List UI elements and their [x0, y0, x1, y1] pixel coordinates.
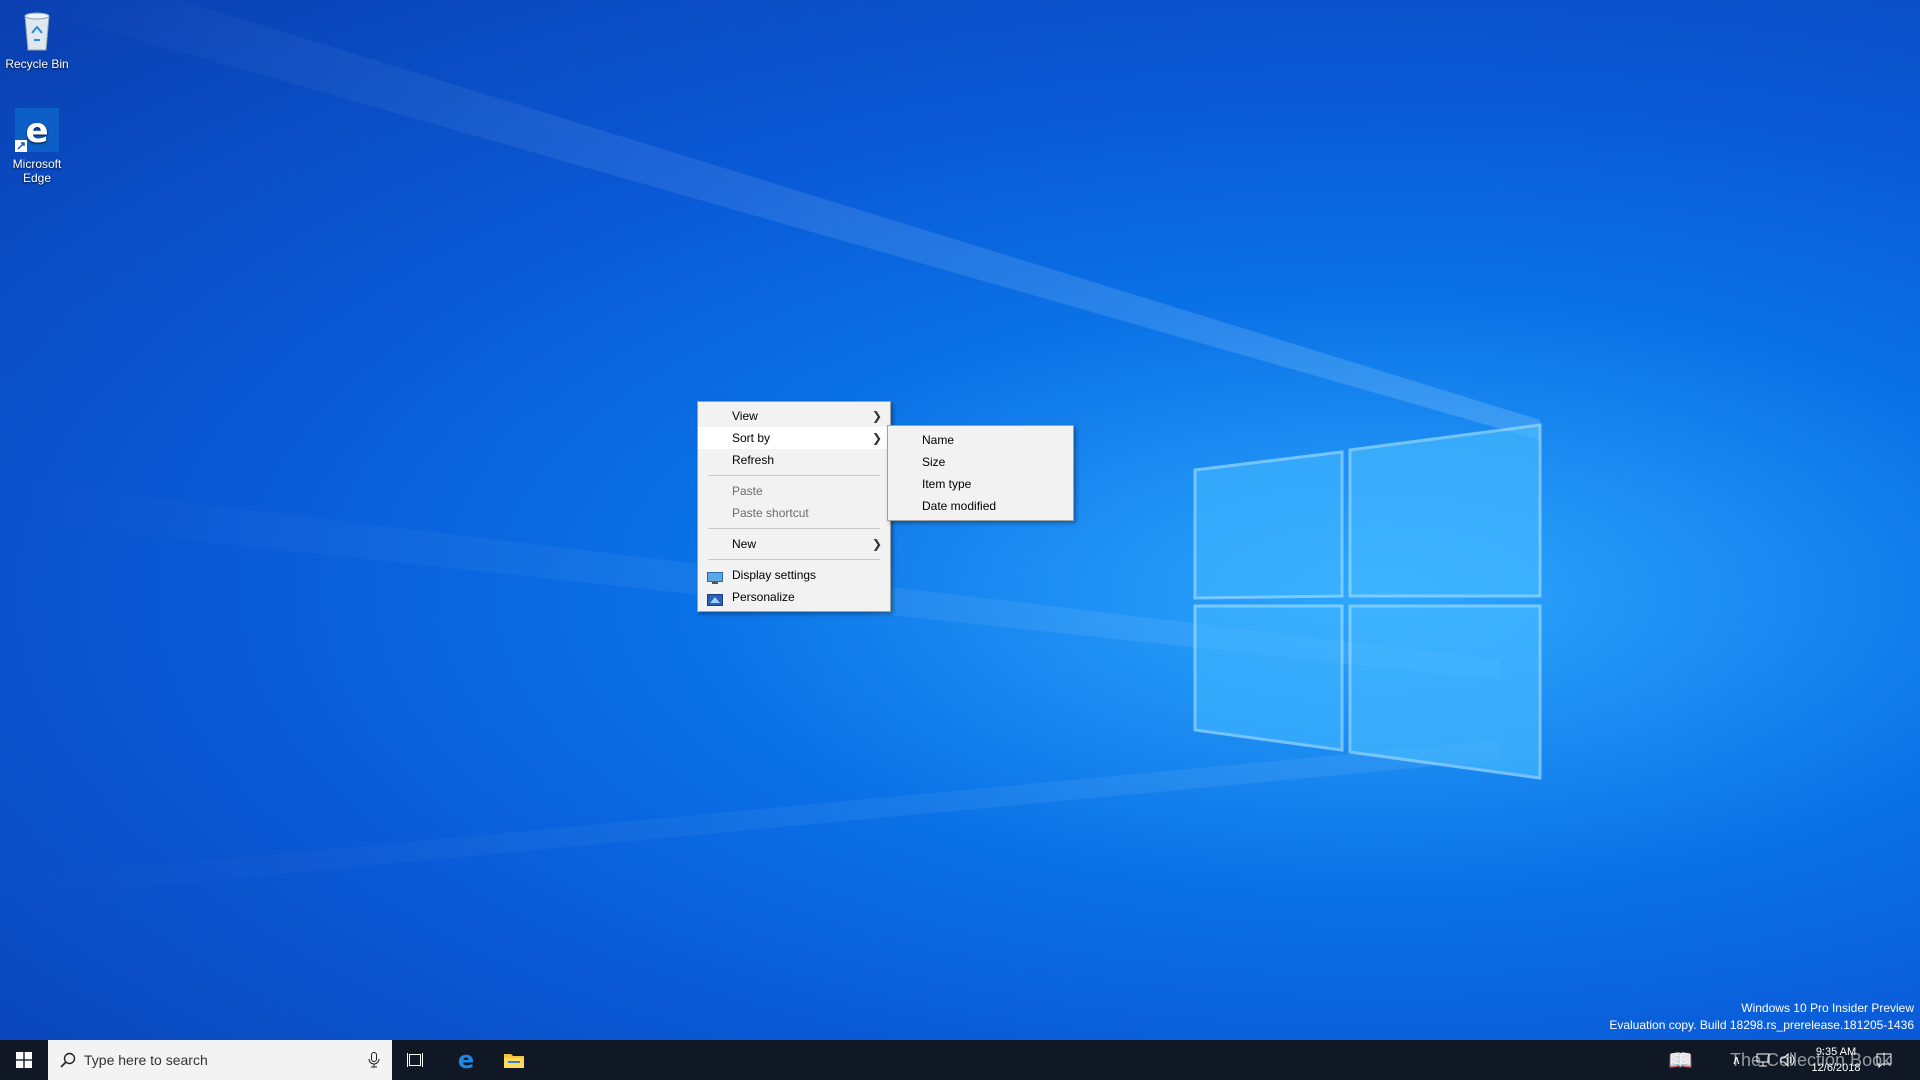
chevron-right-icon: ❯	[871, 537, 882, 551]
sort-item-item-type[interactable]: Item type	[888, 473, 1073, 495]
svg-text:e: e	[25, 111, 48, 151]
taskbar-file-explorer-button[interactable]	[490, 1040, 538, 1080]
sort-item-size[interactable]: Size	[888, 451, 1073, 473]
task-view-icon	[407, 1053, 423, 1067]
edge-icon: e	[13, 106, 61, 154]
clock-date: 12/6/2018	[1811, 1062, 1861, 1074]
menu-item-personalize[interactable]: Personalize	[698, 586, 890, 608]
file-explorer-icon	[504, 1054, 524, 1068]
taskbar: Type here to search e 📖 The Collection B…	[0, 1040, 1920, 1080]
windows-logo-wallpaper	[1193, 423, 1542, 780]
task-view-button[interactable]	[392, 1040, 440, 1080]
menu-item-view[interactable]: View ❯	[698, 405, 890, 427]
action-center-notification-icon[interactable]	[1876, 1040, 1896, 1080]
menu-separator	[708, 528, 880, 529]
desktop-icon-label: Microsoft Edge	[12, 157, 62, 185]
watermark-line-1: Windows 10 Pro Insider Preview	[1741, 1001, 1914, 1015]
desktop-icon-recycle-bin[interactable]: Recycle Bin	[0, 6, 74, 71]
menu-item-refresh[interactable]: Refresh	[698, 449, 890, 471]
sort-by-submenu: Name Size Item type Date modified	[887, 425, 1074, 521]
chevron-right-icon: ❯	[871, 409, 882, 423]
watermark-book-icon: 📖	[1668, 1049, 1693, 1072]
search-icon	[60, 1052, 76, 1068]
watermark-line-2: Evaluation copy. Build 18298.rs_prerelea…	[1609, 1018, 1914, 1032]
personalize-icon	[707, 591, 723, 606]
menu-item-display-settings[interactable]: Display settings	[698, 564, 890, 586]
show-hidden-icons-chevron-up-icon[interactable]: ∧	[1732, 1040, 1748, 1080]
menu-item-sort-by[interactable]: Sort by ❯	[698, 427, 890, 449]
desktop-context-menu: View ❯ Sort by ❯ Refresh Paste Paste sho…	[697, 401, 891, 612]
start-button[interactable]	[0, 1040, 48, 1080]
menu-item-new[interactable]: New ❯	[698, 533, 890, 555]
taskbar-search-box[interactable]: Type here to search	[48, 1040, 392, 1080]
chevron-right-icon: ❯	[871, 431, 882, 445]
menu-separator	[708, 559, 880, 560]
volume-icon[interactable]	[1780, 1040, 1800, 1080]
menu-separator	[708, 475, 880, 476]
desktop-icon-edge[interactable]: e Microsoft Edge	[0, 106, 74, 185]
taskbar-edge-button[interactable]: e	[442, 1040, 490, 1080]
taskbar-clock[interactable]: 9:35 AM 12/6/2018	[1800, 1040, 1872, 1080]
wallpaper-light-beams	[0, 0, 1542, 900]
sort-item-date-modified[interactable]: Date modified	[888, 495, 1073, 517]
display-settings-icon	[707, 569, 723, 584]
clock-time: 9:35 AM	[1815, 1046, 1857, 1058]
evaluation-watermark: Windows 10 Pro Insider Preview Evaluatio…	[1609, 1000, 1914, 1034]
search-placeholder: Type here to search	[84, 1052, 208, 1068]
recycle-bin-icon	[13, 6, 61, 54]
network-icon[interactable]	[1755, 1040, 1775, 1080]
microphone-icon[interactable]	[368, 1052, 380, 1068]
edge-icon: e	[458, 1048, 474, 1072]
windows-start-icon	[16, 1052, 32, 1068]
svg-text:e: e	[458, 1048, 474, 1072]
menu-item-paste[interactable]: Paste	[698, 480, 890, 502]
desktop-icon-label: Recycle Bin	[5, 57, 69, 71]
menu-item-paste-shortcut[interactable]: Paste shortcut	[698, 502, 890, 524]
sort-item-name[interactable]: Name	[888, 429, 1073, 451]
